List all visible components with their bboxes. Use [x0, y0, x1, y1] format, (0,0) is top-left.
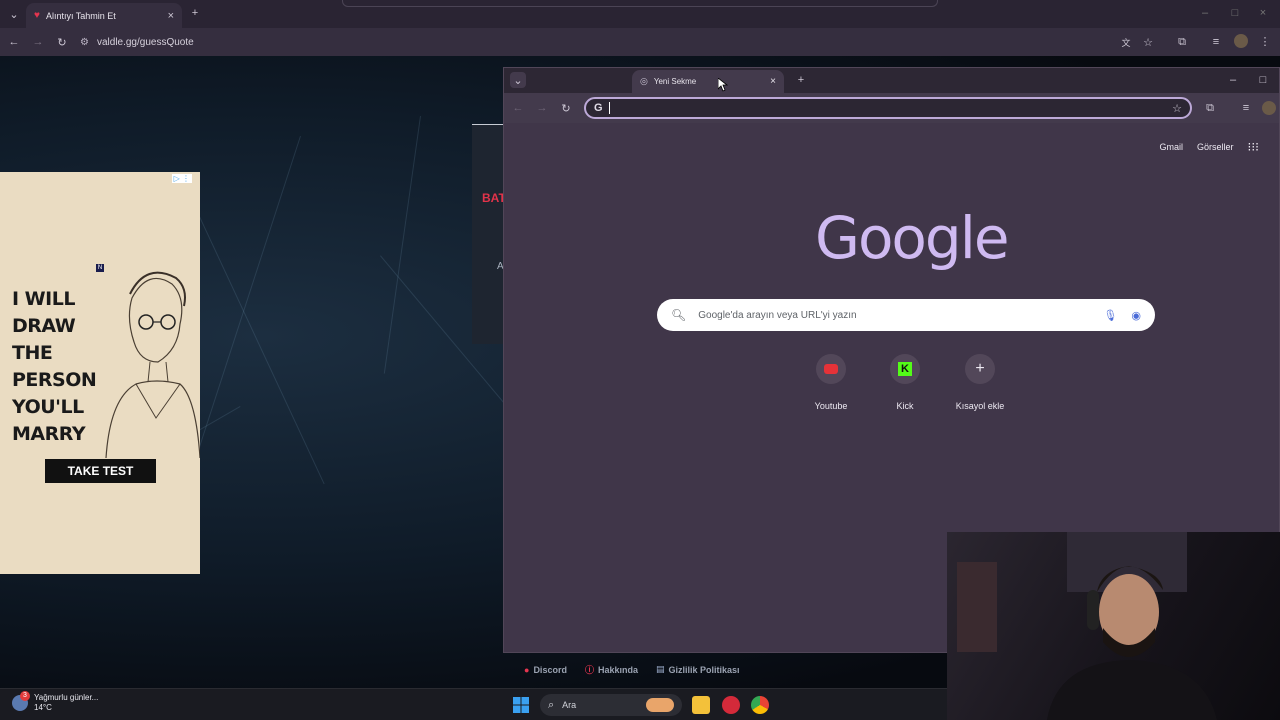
foreground-tab-strip: ⌄ ◎ Yeni Sekme × + – □ [504, 68, 1279, 93]
profile-avatar[interactable] [1262, 101, 1276, 115]
youtube-icon [816, 354, 846, 384]
advertisement-banner[interactable]: ▷ ⋮ N I WILL DRAW THE PERSON YOU'LL MARR… [0, 172, 200, 574]
footer-discord-link[interactable]: ● Discord [524, 663, 567, 676]
background-tab-strip: ⌄ ♥ Alıntıyı Tahmin Et × + – □ × [0, 0, 1280, 28]
taskbar-search-label: Ara [562, 700, 577, 710]
windows-start-icon[interactable] [513, 697, 529, 713]
back-icon[interactable]: ← [510, 100, 526, 116]
chrome-newtab-icon: ◎ [640, 76, 648, 86]
bookmark-star-icon[interactable]: ☆ [1140, 34, 1156, 50]
microphone-icon[interactable]: 🎙︎ [1103, 309, 1117, 322]
reload-icon[interactable]: ↻ [54, 34, 70, 50]
google-logo: Google [815, 204, 1010, 272]
new-tab-icon[interactable]: + [188, 6, 202, 20]
shortcut-add[interactable]: + Kısayol ekle [945, 354, 1015, 411]
media-icon[interactable]: ≡ [1238, 100, 1254, 116]
close-tab-icon[interactable]: × [770, 76, 776, 87]
minimize-icon[interactable]: – [1198, 6, 1212, 20]
tab-search-chevron-icon[interactable]: ⌄ [6, 6, 22, 22]
kick-icon: K [890, 354, 920, 384]
new-tab-icon[interactable]: + [794, 73, 808, 87]
reload-icon[interactable]: ↻ [558, 100, 574, 116]
background-url-text: valdle.gg/guessQuote [96, 36, 194, 48]
sketch-portrait-icon [105, 271, 200, 458]
forward-icon[interactable]: → [30, 34, 46, 50]
search-icon: ⌕ [548, 698, 555, 711]
profile-avatar[interactable] [1234, 34, 1248, 48]
about-label: Hakkında [597, 664, 638, 675]
gmail-link[interactable]: Gmail [1160, 142, 1184, 152]
footer-about-link[interactable]: ⓘ Hakkında [585, 663, 638, 676]
chrome-icon[interactable] [751, 696, 769, 714]
bookmark-star-icon[interactable]: ☆ [1172, 102, 1182, 115]
info-icon: ⓘ [584, 665, 594, 675]
file-explorer-icon[interactable] [692, 696, 710, 714]
omnibox[interactable]: G ☆ [584, 97, 1192, 119]
new-tab-active[interactable]: ◎ Yeni Sekme × [632, 70, 784, 93]
discord-icon: ● [524, 664, 530, 675]
shortcut-label: Youtube [814, 401, 848, 411]
menu-icon[interactable]: ⋮ [1258, 34, 1272, 48]
new-tab-title: Yeni Sekme [653, 77, 697, 86]
take-test-button[interactable]: TAKE TEST [45, 459, 156, 483]
close-tab-icon[interactable]: × [168, 10, 174, 22]
ntp-top-links: Gmail Görseller ⁝⁝⁝ [1160, 140, 1259, 154]
mouse-cursor-icon [718, 78, 728, 92]
foreground-toolbar: ← → ↻ G ☆ ⧉ ≡ [504, 93, 1279, 123]
streamer-silhouette-icon [957, 532, 1217, 720]
footer-privacy-link[interactable]: ▤ Gizlilik Politikası [656, 663, 740, 676]
lens-camera-icon[interactable]: ◉ [1131, 309, 1141, 322]
temperature: 14°C [34, 703, 52, 712]
google-g-icon: G [594, 102, 603, 114]
ad-headline: I WILL DRAW THE PERSON YOU'LL MARRY [12, 288, 97, 445]
weather-badge: 3 [20, 691, 30, 701]
search-icon: 🔍︎ [671, 308, 687, 322]
texture-line [383, 116, 421, 374]
site-footer-links: ● Discord ⓘ Hakkında ▤ Gizlilik Politikası [524, 663, 740, 676]
extensions-icon[interactable]: ⧉ [1202, 100, 1218, 116]
images-link[interactable]: Görseller [1197, 142, 1234, 152]
taskbar-search[interactable]: ⌕ Ara [540, 694, 682, 716]
privacy-label: Gizlilik Politikası [668, 664, 740, 675]
search-highlight-icon [646, 698, 674, 712]
weather-text: Yağmurlu günler... [34, 693, 99, 702]
text-caret [608, 102, 610, 114]
ad-choices-icon[interactable]: ▷ ⋮ [171, 174, 192, 183]
shortcut-kick[interactable]: K Kick [870, 354, 940, 411]
maximize-icon[interactable]: □ [1228, 6, 1242, 20]
search-placeholder: Google'da arayın veya URL'yi yazın [698, 309, 857, 321]
close-window-icon[interactable]: × [1256, 6, 1270, 20]
site-info-icon[interactable]: ⚙ [80, 37, 89, 48]
forward-icon[interactable]: → [534, 100, 550, 116]
app-icon[interactable] [722, 696, 740, 714]
shortcut-label: Kısayol ekle [955, 401, 1005, 411]
background-active-tab[interactable]: ♥ Alıntıyı Tahmin Et × [26, 3, 182, 28]
add-shortcut-icon: + [965, 354, 995, 384]
document-icon: ▤ [656, 664, 665, 674]
minimize-icon[interactable]: – [1226, 73, 1240, 87]
tab-search-chevron-icon[interactable]: ⌄ [510, 72, 526, 88]
valdle-favicon-icon: ♥ [34, 10, 40, 21]
weather-widget[interactable]: 3 Yağmurlu günler... 14°C [12, 691, 99, 713]
shortcut-youtube[interactable]: Youtube [796, 354, 866, 411]
media-icon[interactable]: ≡ [1208, 34, 1224, 50]
background-tab-title: Alıntıyı Tahmin Et [45, 10, 116, 21]
discord-label: Discord [533, 664, 567, 675]
background-address-bar[interactable]: ⚙ valdle.gg/guessQuote [80, 31, 1130, 53]
shortcut-label: Kick [896, 401, 914, 411]
ntp-search-box[interactable]: 🔍︎ Google'da arayın veya URL'yi yazın 🎙︎… [657, 299, 1155, 331]
apps-grid-icon[interactable]: ⁝⁝⁝ [1248, 140, 1259, 154]
back-icon[interactable]: ← [6, 34, 22, 50]
weather-icon: 3 [12, 691, 30, 711]
extensions-icon[interactable]: ⧉ [1174, 34, 1190, 50]
maximize-icon[interactable]: □ [1256, 73, 1270, 87]
webcam-overlay [947, 532, 1280, 720]
windows-taskbar: 3 Yağmurlu günler... 14°C ⌕ Ara [0, 688, 947, 720]
popup-edge [342, 0, 938, 7]
